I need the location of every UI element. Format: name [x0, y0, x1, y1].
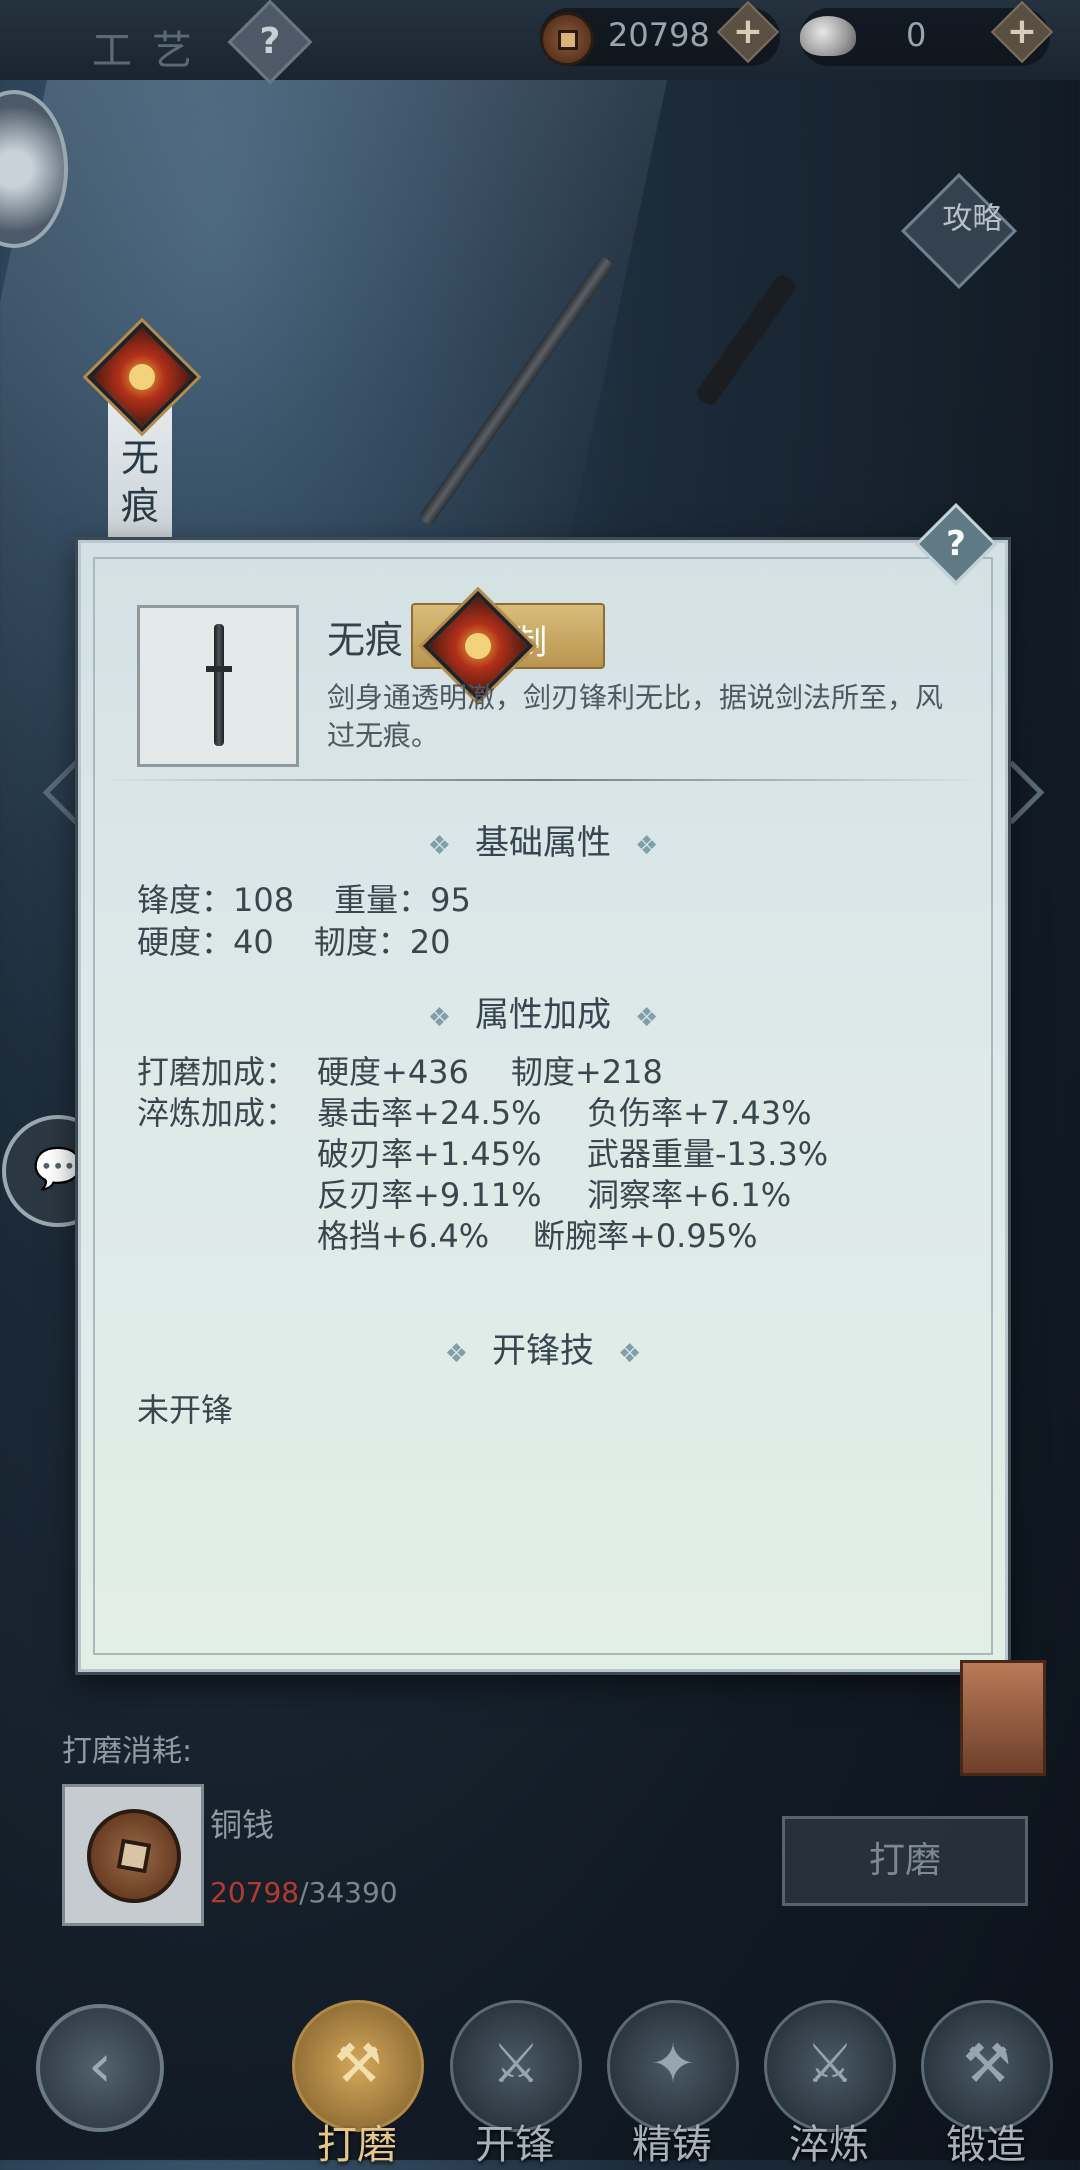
required-amount: /34390	[299, 1876, 398, 1909]
grind-bonus-values: 硬度+436 韧度+218	[317, 1047, 663, 1093]
temper-bonus-label: 淬炼加成：	[137, 1094, 298, 1132]
grind-bonus-label: 打磨加成：	[137, 1053, 298, 1091]
temper-stat: 格挡+6.4%	[317, 1217, 490, 1255]
temper-bonus-row: 格挡+6.4% 断腕率+0.95%	[317, 1211, 757, 1257]
background-sword-hilt	[693, 272, 799, 408]
silver-ingot-icon	[800, 16, 856, 56]
back-arrow-icon: ‹	[88, 2031, 112, 2101]
nav-tab-sharpen[interactable]: ⚔ 开锋	[450, 2000, 582, 2168]
divider	[101, 779, 985, 781]
silver-value: 0	[906, 16, 927, 54]
weapon-description: 剑身通透明澈，剑刃锋利无比，据说剑法所至，风过无痕。	[327, 681, 944, 752]
copper-value: 20798	[608, 16, 710, 54]
section-bonus-label: 属性加成	[475, 995, 611, 1035]
back-button[interactable]: ‹	[36, 2004, 164, 2132]
consume-quantity: 20798/34390	[210, 1876, 398, 1909]
nav-tab-refine[interactable]: ✦ 精铸	[607, 2000, 739, 2168]
grind-button-label: 打磨	[868, 1840, 941, 1881]
question-icon: ?	[259, 21, 281, 62]
weapon-info-panel: ? 无痕 克制 剑身通透明澈，剑刃锋利无比，据说剑法所至，风过无痕。 ❖基础属性…	[78, 502, 1008, 1672]
temper-stat: 断腕率+0.95%	[533, 1217, 758, 1255]
plus-icon: +	[1006, 10, 1038, 52]
strategy-label: 攻略	[942, 201, 1003, 237]
section-skill-label: 开锋技	[492, 1331, 594, 1371]
temper-stat: 暴击率+24.5%	[317, 1094, 542, 1132]
consume-label: 打磨消耗:	[62, 1734, 193, 1769]
sword-icon	[214, 624, 224, 746]
question-icon: ?	[946, 524, 966, 564]
plus-icon: +	[732, 10, 764, 52]
hammer-icon: ⚒	[333, 2032, 383, 2095]
temper-bonus-row: 暴击率+24.5% 负伤率+7.43%	[317, 1088, 811, 1134]
nav-tab-label: 打磨	[317, 2122, 397, 2168]
grind-button[interactable]: 打磨	[782, 1816, 1028, 1906]
grind-bonus-toughness: 韧度+218	[510, 1053, 663, 1091]
shuriken-icon: ✦	[650, 2032, 696, 2095]
base-stats-row-1: 锋度：108 重量：95	[137, 875, 471, 921]
owned-amount: 20798	[210, 1876, 300, 1909]
sword-guard-icon	[206, 666, 232, 672]
grind-bonus-hardness: 硬度+436	[317, 1053, 469, 1091]
strategy-button[interactable]: 攻略	[901, 173, 1017, 289]
section-title-base: ❖ 基础属性 ❖	[81, 815, 1005, 864]
nav-tab-label: 开锋	[475, 2122, 555, 2168]
copper-coin-icon	[87, 1809, 181, 1903]
temper-bonus-row: 反刃率+9.11% 洞察率+6.1%	[317, 1170, 791, 1216]
consume-item-slot[interactable]	[62, 1784, 204, 1926]
stat-weight: 重量：95	[334, 881, 471, 919]
nav-tab-label: 淬炼	[789, 2122, 869, 2168]
skill-status: 未开锋	[137, 1391, 234, 1429]
weapon-thumbnail	[137, 605, 299, 767]
nav-tab-label: 精铸	[632, 2122, 712, 2168]
page-title: 工艺	[92, 28, 212, 74]
temper-stat: 破刃率+1.45%	[317, 1135, 542, 1173]
sword-icon: ⚔	[491, 2032, 541, 2095]
weapon-name: 无痕	[327, 618, 404, 662]
ornament-icon: ❖	[635, 1003, 659, 1033]
base-stats-row-2: 硬度：40 韧度：20	[137, 917, 450, 963]
copper-coin-icon	[540, 12, 594, 66]
lantern-decoration	[960, 1660, 1046, 1776]
stat-sharpness: 锋度：108	[137, 881, 295, 919]
ornament-icon: ❖	[427, 831, 451, 861]
ornament-icon: ❖	[618, 1339, 642, 1369]
section-base-label: 基础属性	[475, 823, 611, 863]
section-title-bonus: ❖ 属性加成 ❖	[81, 987, 1005, 1036]
ornament-icon: ❖	[427, 1003, 451, 1033]
nav-tab-grind[interactable]: ⚒ 打磨	[292, 2000, 424, 2168]
nav-tab-label: 锻造	[946, 2122, 1026, 2168]
stat-hardness: 硬度：40	[137, 923, 274, 961]
ornament-icon: ❖	[444, 1339, 468, 1369]
forge-icon: ⚒	[962, 2032, 1012, 2095]
top-bar: 工艺 ? 20798 + 0 +	[0, 0, 1080, 85]
ornament-icon: ❖	[635, 831, 659, 861]
section-title-skill: ❖ 开锋技 ❖	[81, 1323, 1005, 1372]
nav-tab-temper[interactable]: ⚔ 淬炼	[764, 2000, 896, 2168]
blade-icon: ⚔	[805, 2032, 855, 2095]
nav-tab-forge[interactable]: ⚒ 锻造	[921, 2000, 1053, 2168]
temper-stat: 反刃率+9.11%	[317, 1176, 542, 1214]
consume-item-name: 铜钱	[210, 1806, 275, 1844]
temper-stat: 武器重量-13.3%	[587, 1135, 829, 1173]
stat-toughness: 韧度：20	[313, 923, 451, 961]
temper-stat: 洞察率+6.1%	[587, 1176, 792, 1214]
temper-stat: 负伤率+7.43%	[587, 1094, 812, 1132]
temper-bonus-row: 破刃率+1.45% 武器重量-13.3%	[317, 1129, 828, 1175]
help-button[interactable]: ?	[227, 0, 313, 85]
